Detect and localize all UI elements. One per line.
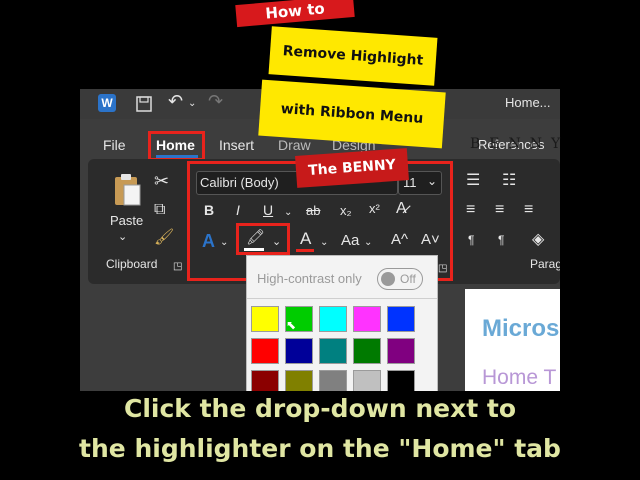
highlight-color-swatch[interactable] — [353, 306, 381, 332]
paste-label[interactable]: Paste — [110, 213, 143, 228]
highlight-color-swatch[interactable] — [285, 370, 313, 391]
grow-font-button[interactable]: A^ — [391, 231, 408, 248]
shading-icon[interactable]: ◈ — [532, 232, 544, 248]
highlight-color-swatch[interactable] — [319, 306, 347, 332]
change-case-dropdown-icon[interactable]: ⌄ — [364, 235, 372, 251]
undo-dropdown-icon[interactable]: ⌄ — [188, 96, 196, 112]
italic-button[interactable]: I — [236, 202, 240, 218]
align-left-icon[interactable]: ≡ — [466, 202, 475, 218]
font-color-button[interactable]: A — [300, 229, 311, 249]
toggle-state-label: Off — [400, 272, 416, 286]
font-color-dropdown-icon[interactable]: ⌄ — [320, 235, 328, 251]
redo-icon[interactable]: ↷ — [208, 92, 223, 110]
clear-formatting-icon[interactable]: A̷ — [396, 201, 407, 217]
numbering-icon[interactable]: ☷ — [502, 173, 516, 189]
how-to-text: How to — [264, 0, 326, 23]
text-direction-icon[interactable]: ¶ — [498, 232, 504, 248]
caption-line-1: Click the drop-down next to — [123, 394, 517, 423]
paragraph-mark-icon[interactable]: ¶ — [468, 232, 474, 248]
high-contrast-toggle[interactable]: Off — [377, 268, 423, 290]
superscript-button[interactable]: x² — [369, 201, 380, 216]
shrink-font-button[interactable]: A˅ — [421, 231, 440, 248]
highlighter-icon[interactable]: 🖍 — [246, 230, 265, 246]
change-case-button[interactable]: Aa — [341, 232, 359, 249]
text-effects-button[interactable]: A — [202, 231, 215, 252]
subscript-button[interactable]: x₂ — [340, 203, 352, 218]
tab-draw[interactable]: Draw — [278, 137, 311, 153]
text-effects-dropdown-icon[interactable]: ⌄ — [220, 235, 228, 251]
highlight-color-swatch[interactable] — [251, 306, 279, 332]
caption-line-2: the highlighter on the "Home" tab — [79, 434, 561, 463]
font-name-value: Calibri (Body) — [200, 175, 279, 190]
highlight-color-swatch[interactable] — [353, 338, 381, 364]
benny-watermark: BENNY — [470, 136, 570, 152]
strikethrough-button[interactable]: ab — [306, 203, 320, 218]
underline-button[interactable]: U — [263, 202, 273, 218]
highlight-color-swatch[interactable] — [319, 338, 347, 364]
highlight-color-swatch[interactable] — [285, 338, 313, 364]
clipboard-launcher-icon[interactable]: ◳ — [173, 259, 182, 275]
paragraph-group-label: Parag — [530, 257, 560, 271]
align-right-icon[interactable]: ≡ — [524, 202, 533, 218]
highlighter-color-bar — [244, 248, 264, 251]
remove-highlight-banner: Remove Highlight — [268, 26, 438, 86]
highlight-color-swatch[interactable] — [387, 370, 415, 391]
save-icon[interactable] — [135, 95, 153, 117]
bullets-icon[interactable]: ☰ — [466, 173, 480, 189]
tab-file[interactable]: File — [103, 137, 126, 153]
paste-dropdown-icon[interactable]: ⌄ — [118, 229, 127, 245]
cut-icon[interactable]: ✂ — [154, 172, 169, 190]
document-subheading: Home T — [482, 366, 557, 389]
chevron-down-icon: ⌄ — [426, 174, 437, 188]
highlight-color-swatch[interactable] — [387, 306, 415, 332]
document-heading: Micros — [482, 315, 560, 342]
font-launcher-icon[interactable]: ◳ — [438, 261, 447, 277]
underline-dropdown-icon[interactable]: ⌄ — [284, 205, 292, 221]
copy-icon[interactable]: ⧉ — [154, 202, 165, 218]
how-to-banner: How to — [235, 0, 355, 28]
cursor-icon: ⬉ — [286, 318, 297, 332]
remove-highlight-text: Remove Highlight — [282, 43, 424, 69]
highlight-color-swatch[interactable] — [319, 370, 347, 391]
dropdown-divider — [247, 298, 437, 299]
highlight-color-swatch[interactable] — [251, 338, 279, 364]
font-color-bar — [296, 249, 314, 252]
window-title: Home... — [505, 95, 551, 110]
bold-button[interactable]: B — [204, 202, 214, 218]
highlight-color-swatch[interactable] — [387, 338, 415, 364]
highlight-color-dropdown: High-contrast only Off ⬉ — [246, 255, 438, 391]
highlighter-dropdown-chevron-icon[interactable]: ⌄ — [272, 234, 281, 250]
undo-icon[interactable]: ↶ — [168, 92, 183, 110]
align-center-icon[interactable]: ≡ — [495, 202, 504, 218]
format-painter-icon[interactable]: 🖌 — [154, 230, 174, 246]
home-tab-highlight-box — [148, 131, 205, 161]
clipboard-group-label: Clipboard — [106, 257, 158, 271]
high-contrast-label: High-contrast only — [257, 271, 362, 286]
highlight-color-swatch[interactable] — [251, 370, 279, 391]
word-logo-icon: W — [98, 94, 116, 112]
paste-icon[interactable] — [112, 173, 142, 207]
toggle-knob — [381, 272, 395, 286]
highlight-color-swatch[interactable] — [353, 370, 381, 391]
tab-insert[interactable]: Insert — [219, 137, 254, 153]
